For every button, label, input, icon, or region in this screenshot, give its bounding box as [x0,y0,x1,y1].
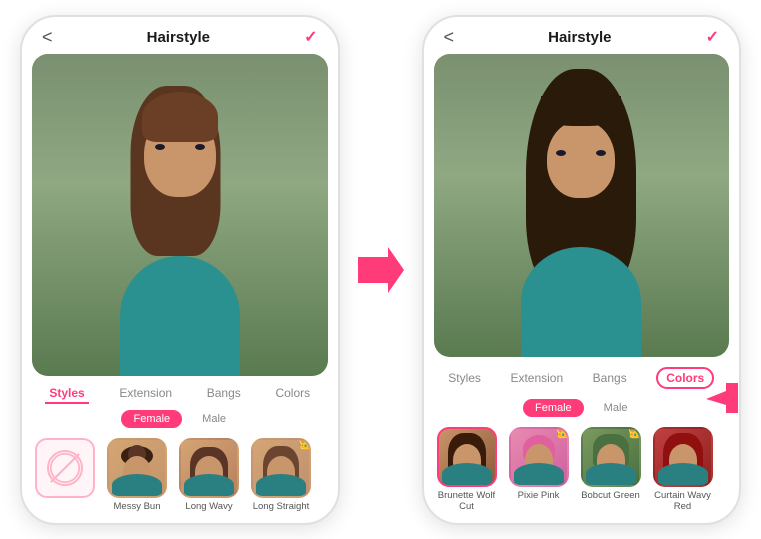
left-tabs-row: Styles Extension Bangs Colors [22,376,338,408]
mini-face-2 [181,440,237,496]
mini-body-c1 [442,463,492,485]
color-pixie-pink-label: Pixie Pink [518,490,560,501]
crown-badge-c3: 👑 [628,427,641,439]
right-eye-left [556,150,566,156]
right-eye-right [596,150,606,156]
style-long-wavy[interactable]: Long Wavy [176,438,242,512]
left-back-button[interactable]: < [42,27,53,48]
right-tab-colors[interactable]: Colors [652,365,718,393]
style-long-wavy-thumb[interactable] [179,438,239,498]
style-long-wavy-label: Long Wavy [185,501,232,512]
crown-badge-c2: 👑 [556,427,569,439]
right-bangs [541,96,621,126]
none-icon [47,450,83,486]
left-photo-area [32,54,328,377]
color-brunette-thumb[interactable] [437,427,497,487]
left-hair-top [142,92,218,142]
style-none-thumb[interactable] [35,438,95,498]
mini-body-c4 [658,463,708,485]
mini-body-3 [256,474,306,496]
left-eye-left [155,144,165,150]
colors-arrow-indicator [706,383,738,413]
right-gender-male[interactable]: Male [592,399,640,417]
right-body [521,247,641,357]
right-gender-row: Female Male [424,397,740,423]
left-eyes [155,144,205,150]
left-person-photo [32,54,328,377]
right-gender-female[interactable]: Female [523,399,584,417]
mini-face-c4 [655,429,711,485]
right-photo-area [434,54,730,357]
left-phone-header: < Hairstyle ✓ [22,17,338,54]
right-phone-title: Hairstyle [548,29,611,46]
color-brunette-label: Brunette Wolf Cut [434,490,500,513]
left-gender-male[interactable]: Male [190,410,238,428]
color-pixie-pink-thumb[interactable]: 👑 [509,427,569,487]
mini-face-c1 [439,429,495,485]
left-confirm-button[interactable]: ✓ [304,27,317,47]
crown-badge-3: 👑 [298,438,311,450]
style-messy-bun-label: Messy Bun [114,501,161,512]
style-none[interactable] [32,438,98,512]
app-container: < Hairstyle ✓ Styles Extension Bangs [0,0,761,539]
left-body [120,256,240,376]
mini-face-1 [109,440,165,496]
mini-body-c3 [586,463,636,485]
left-phone: < Hairstyle ✓ Styles Extension Bangs [20,15,340,525]
left-gender-row: Female Male [22,408,338,434]
color-bobcut-green-thumb[interactable]: 👑 [581,427,641,487]
mini-body-1 [112,474,162,496]
right-back-button[interactable]: < [444,27,455,48]
right-phone-header: < Hairstyle ✓ [424,17,740,54]
color-brunette[interactable]: Brunette Wolf Cut [434,427,500,513]
left-tab-extension[interactable]: Extension [115,384,176,404]
left-phone-title: Hairstyle [147,29,210,46]
right-tab-extension[interactable]: Extension [506,369,567,389]
right-tab-bangs[interactable]: Bangs [589,369,631,389]
color-curtain-red-thumb[interactable] [653,427,713,487]
right-tab-styles[interactable]: Styles [444,369,485,389]
left-styles-grid: Messy Bun Long Wavy [22,434,338,522]
right-eyes [556,150,606,156]
style-long-straight-label: Long Straight [253,501,310,512]
left-eye-right [195,144,205,150]
color-curtain-red[interactable]: Curtain Wavy Red [650,427,716,513]
left-gender-female[interactable]: Female [121,410,182,428]
color-bobcut-green[interactable]: 👑 Bobcut Green [578,427,644,513]
style-long-straight-thumb[interactable]: 👑 [251,438,311,498]
color-pixie-pink[interactable]: 👑 Pixie Pink [506,427,572,513]
mini-body-2 [184,474,234,496]
color-bobcut-green-label: Bobcut Green [581,490,640,501]
transition-arrow [358,247,404,293]
arrow-svg [358,247,404,293]
right-person-photo [434,54,730,357]
right-confirm-button[interactable]: ✓ [706,27,719,47]
mini-body-c2 [514,463,564,485]
style-messy-bun[interactable]: Messy Bun [104,438,170,512]
right-phone: < Hairstyle ✓ Styles Extension Bangs [422,15,742,525]
right-tabs-row: Styles Extension Bangs Colors [424,357,740,397]
left-tab-colors[interactable]: Colors [271,384,314,404]
style-long-straight[interactable]: 👑 Long Straight [248,438,314,512]
right-face [547,120,615,198]
right-colors-grid: Brunette Wolf Cut 👑 Pixie Pink [424,423,740,523]
left-tab-styles[interactable]: Styles [45,384,88,404]
color-curtain-red-label: Curtain Wavy Red [650,490,716,513]
left-tab-bangs[interactable]: Bangs [203,384,245,404]
style-messy-bun-thumb[interactable] [107,438,167,498]
